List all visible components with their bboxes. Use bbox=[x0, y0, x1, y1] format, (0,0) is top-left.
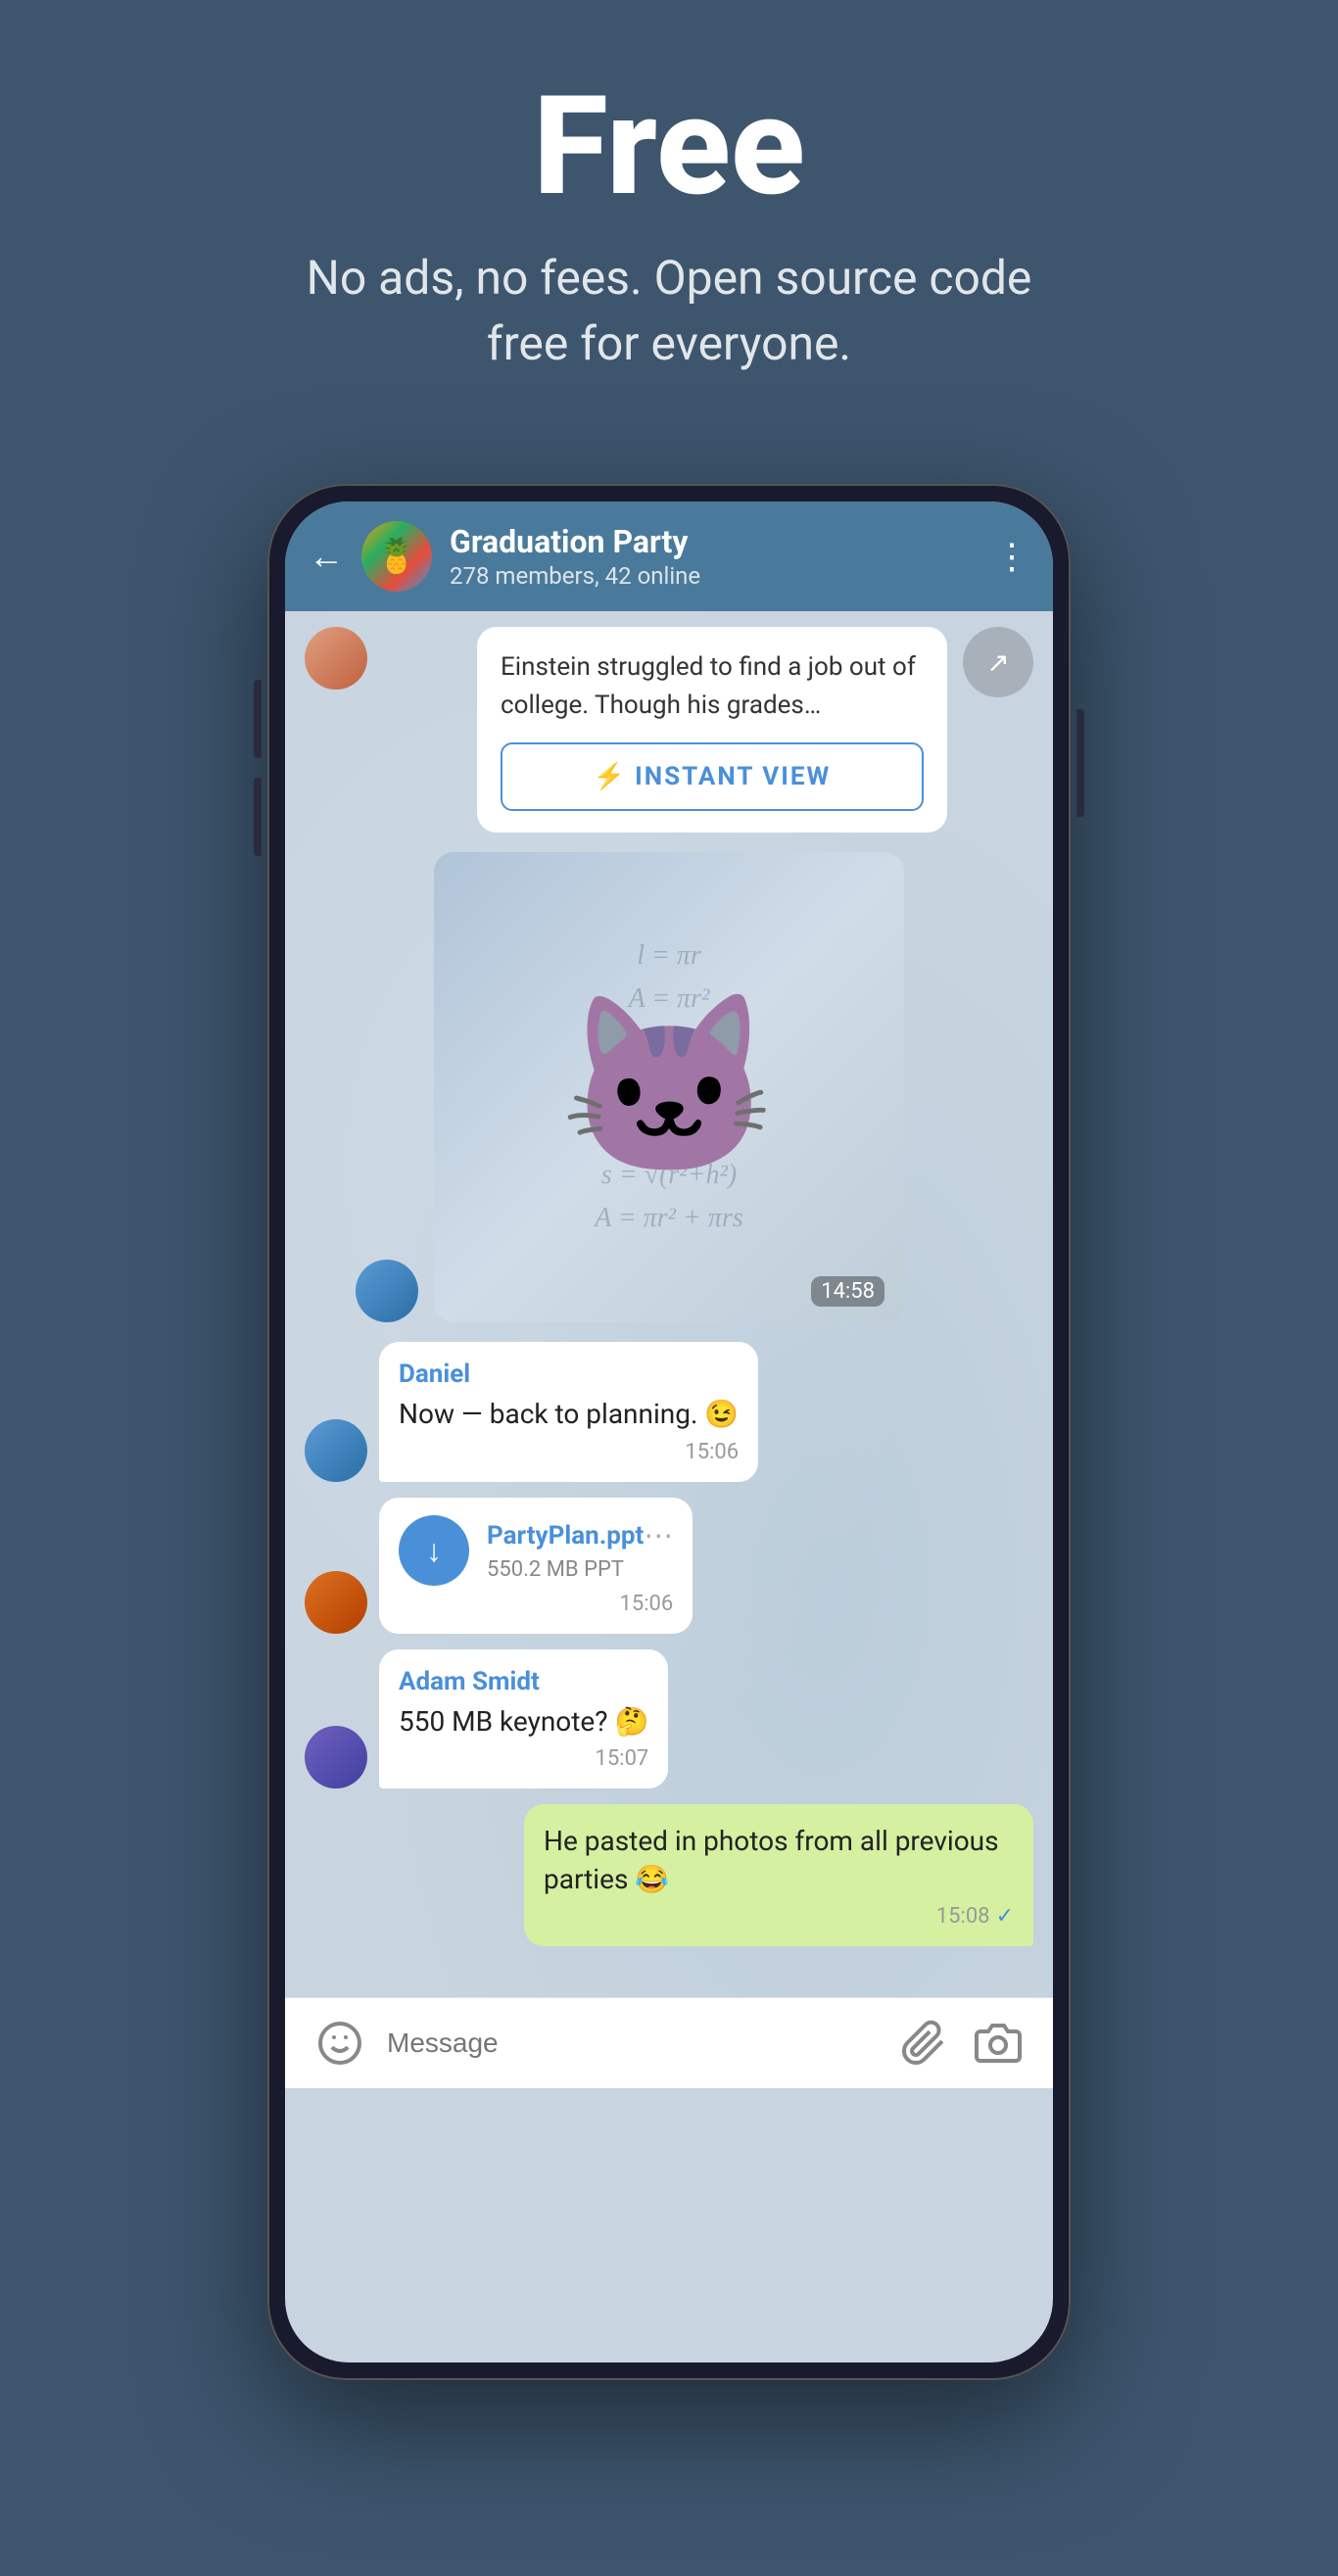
group-avatar: 🍍 bbox=[361, 521, 432, 592]
sticker-bubble: l = πr A = πr² V = l³ θ P = 2πr A = πr² … bbox=[434, 852, 904, 1322]
share-button[interactable]: ↗ bbox=[963, 627, 1033, 697]
download-icon-circle[interactable]: ↓ bbox=[399, 1515, 469, 1586]
sticker-area: l = πr A = πr² V = l³ θ P = 2πr A = πr² … bbox=[305, 852, 1033, 1322]
message-input[interactable] bbox=[387, 2027, 877, 2059]
header-info: Graduation Party 278 members, 42 online bbox=[450, 523, 977, 590]
hero-subtitle: No ads, no fees. Open source code free f… bbox=[287, 245, 1051, 376]
outgoing-text: He pasted in photos from all previous pa… bbox=[544, 1822, 1014, 1898]
emoji-icon bbox=[316, 2020, 363, 2067]
article-bubble: Einstein struggled to find a job out of … bbox=[477, 627, 947, 833]
adam-avatar bbox=[305, 1726, 367, 1789]
article-preview-text: Einstein struggled to find a job out of … bbox=[501, 648, 924, 725]
lightning-icon: ⚡ bbox=[594, 762, 625, 791]
outgoing-meta: 15:08 ✓ bbox=[544, 1904, 1014, 1929]
file-header-row: PartyPlan.ppt ⋯ bbox=[487, 1519, 673, 1553]
more-options-button[interactable]: ⋮ bbox=[994, 536, 1029, 577]
cat-sticker: 🐱 bbox=[559, 999, 779, 1175]
file-size: 550.2 MB PPT bbox=[487, 1557, 673, 1582]
emoji-button[interactable] bbox=[312, 2016, 367, 2071]
file-sender-avatar bbox=[305, 1571, 367, 1634]
chat-app: ← 🍍 Graduation Party 278 members, 42 onl… bbox=[285, 501, 1053, 2362]
outgoing-bubble: He pasted in photos from all previous pa… bbox=[524, 1804, 1033, 1946]
file-meta: 15:06 bbox=[399, 1592, 673, 1616]
adam-time: 15:07 bbox=[596, 1746, 649, 1771]
instant-view-button[interactable]: ⚡ INSTANT VIEW bbox=[501, 742, 924, 811]
file-time: 15:06 bbox=[620, 1592, 674, 1616]
adam-meta: 15:07 bbox=[399, 1746, 648, 1771]
daniel-avatar bbox=[305, 1419, 367, 1482]
messages-area: Einstein struggled to find a job out of … bbox=[285, 611, 1053, 1997]
sticker-time: 14:58 bbox=[811, 1276, 884, 1307]
check-icon: ✓ bbox=[996, 1904, 1014, 1929]
sticker-sender-avatar bbox=[356, 1260, 418, 1322]
camera-icon bbox=[975, 2020, 1022, 2067]
article-message-row: Einstein struggled to find a job out of … bbox=[305, 627, 1033, 833]
adam-bubble: Adam Smidt 550 MB keynote? 🤔 15:07 bbox=[379, 1649, 668, 1789]
camera-button[interactable] bbox=[971, 2016, 1026, 2071]
file-name: PartyPlan.ppt bbox=[487, 1521, 644, 1550]
share-icon: ↗ bbox=[986, 646, 1009, 679]
phone-frame: ← 🍍 Graduation Party 278 members, 42 onl… bbox=[267, 484, 1071, 2380]
chat-bottom-bar bbox=[285, 1997, 1053, 2088]
file-more-button[interactable]: ⋯ bbox=[644, 1519, 673, 1553]
avatar-girl bbox=[305, 627, 367, 690]
file-bubble: ↓ PartyPlan.ppt ⋯ 550.2 MB PPT bbox=[379, 1498, 693, 1634]
group-status: 278 members, 42 online bbox=[450, 562, 977, 590]
daniel-meta: 15:06 bbox=[399, 1440, 739, 1464]
phone-inner: ← 🍍 Graduation Party 278 members, 42 onl… bbox=[285, 501, 1053, 2362]
back-button[interactable]: ← bbox=[309, 539, 344, 574]
hero-title: Free bbox=[533, 78, 805, 215]
file-info: PartyPlan.ppt ⋯ 550.2 MB PPT bbox=[487, 1519, 673, 1582]
daniel-sender: Daniel bbox=[399, 1360, 739, 1389]
outgoing-time: 15:08 bbox=[936, 1904, 990, 1929]
instant-view-label: INSTANT VIEW bbox=[635, 762, 831, 791]
spacer bbox=[305, 1962, 1033, 1981]
chat-header: ← 🍍 Graduation Party 278 members, 42 onl… bbox=[285, 501, 1053, 611]
daniel-message-row: Daniel Now — back to planning. 😉 15:06 bbox=[305, 1342, 1033, 1481]
adam-message-row: Adam Smidt 550 MB keynote? 🤔 15:07 bbox=[305, 1649, 1033, 1789]
adam-sender: Adam Smidt bbox=[399, 1667, 648, 1696]
adam-text: 550 MB keynote? 🤔 bbox=[399, 1702, 648, 1741]
file-message-row: ↓ PartyPlan.ppt ⋯ 550.2 MB PPT bbox=[305, 1498, 1033, 1634]
hero-section: Free No ads, no fees. Open source code f… bbox=[0, 0, 1338, 435]
attach-button[interactable] bbox=[896, 2016, 951, 2071]
daniel-bubble: Daniel Now — back to planning. 😉 15:06 bbox=[379, 1342, 758, 1481]
daniel-text: Now — back to planning. 😉 bbox=[399, 1395, 739, 1433]
phone-wrapper: ← 🍍 Graduation Party 278 members, 42 onl… bbox=[267, 484, 1071, 2380]
download-icon: ↓ bbox=[426, 1532, 442, 1569]
group-name: Graduation Party bbox=[450, 523, 977, 560]
avatar-emoji: 🍍 bbox=[376, 537, 417, 576]
outgoing-message-row: He pasted in photos from all previous pa… bbox=[305, 1804, 1033, 1946]
paperclip-icon bbox=[900, 2020, 947, 2067]
file-row: ↓ PartyPlan.ppt ⋯ 550.2 MB PPT bbox=[399, 1515, 673, 1586]
daniel-time: 15:06 bbox=[685, 1440, 739, 1464]
